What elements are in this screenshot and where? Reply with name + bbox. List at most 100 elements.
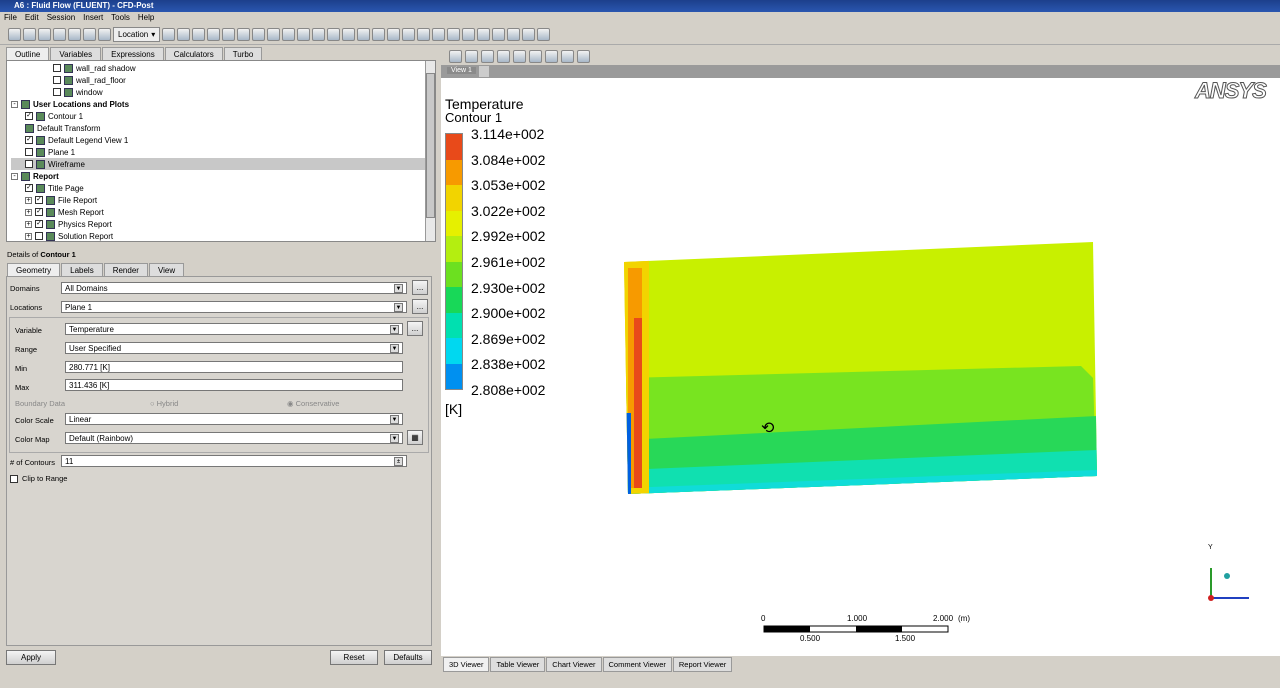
zoom-icon[interactable] <box>497 49 510 63</box>
particle-track-icon[interactable] <box>207 28 221 41</box>
quick-edit-icon[interactable] <box>447 28 461 41</box>
tab-variables[interactable]: Variables <box>50 47 102 61</box>
apply-button[interactable]: Apply <box>6 650 56 665</box>
tree-item[interactable]: - User Locations and Plots <box>11 98 425 110</box>
streamline-icon[interactable] <box>192 28 206 41</box>
variable-more-button[interactable]: ... <box>407 321 423 336</box>
refresh-icon[interactable] <box>53 28 66 41</box>
volume-rendering-icon[interactable] <box>222 28 236 41</box>
tab-report-viewer[interactable]: Report Viewer <box>672 657 733 672</box>
defaults-button[interactable]: Defaults <box>384 650 432 665</box>
tree-item[interactable]: + ✓ Physics Report <box>11 218 425 230</box>
tab-render[interactable]: Render <box>103 263 148 277</box>
rotate-icon[interactable] <box>465 49 478 63</box>
table-icon[interactable] <box>357 28 371 41</box>
command-editor-icon[interactable] <box>537 28 551 41</box>
save-picture-icon[interactable] <box>68 28 81 41</box>
fit-view-icon[interactable] <box>545 49 558 63</box>
scrollbar-thumb[interactable] <box>426 73 435 218</box>
expand-icon[interactable]: + <box>25 196 32 204</box>
viewport-layout-icon[interactable] <box>561 49 574 63</box>
redo-icon[interactable] <box>98 28 111 41</box>
open-icon[interactable] <box>23 28 36 41</box>
tree-item[interactable]: wall_rad shadow <box>11 62 425 74</box>
vector-icon[interactable] <box>162 28 176 41</box>
tab-comment-viewer[interactable]: Comment Viewer <box>602 657 672 672</box>
color-scale-select[interactable]: Linear ▼ <box>65 413 403 425</box>
expand-icon[interactable]: + <box>25 208 32 216</box>
max-input[interactable]: 311.436 [K] <box>65 379 403 391</box>
tab-expressions[interactable]: Expressions <box>102 47 164 61</box>
tab-view[interactable]: View <box>148 263 185 277</box>
load-icon[interactable] <box>38 28 51 41</box>
hybrid-radio[interactable]: ○ Hybrid <box>150 399 178 408</box>
point-icon[interactable] <box>252 28 266 41</box>
min-input[interactable]: 280.771 [K] <box>65 361 403 373</box>
tab-calculators[interactable]: Calculators <box>164 47 223 61</box>
function-calc-icon[interactable] <box>477 28 491 41</box>
expression-icon[interactable] <box>342 28 356 41</box>
reset-button[interactable]: Reset <box>330 650 378 665</box>
color-map-icon[interactable] <box>312 28 326 41</box>
tree-item[interactable]: window <box>11 86 425 98</box>
checkbox-icon[interactable] <box>53 88 61 96</box>
range-select[interactable]: User Specified ▼ <box>65 342 403 354</box>
checkbox-icon[interactable]: ✓ <box>35 196 43 204</box>
tree-item[interactable]: Default Transform <box>11 122 425 134</box>
tree-item[interactable]: - Report <box>11 170 425 182</box>
checkbox-icon[interactable] <box>25 160 33 168</box>
contours-stepper[interactable]: 11 ± <box>61 455 407 467</box>
tree-item[interactable]: Plane 1 <box>11 146 425 158</box>
zoom-box-icon[interactable] <box>513 49 526 63</box>
collapse-icon[interactable]: - <box>11 100 18 108</box>
checkbox-icon[interactable]: ✓ <box>35 208 43 216</box>
select-icon[interactable] <box>449 49 462 63</box>
new-icon[interactable] <box>8 28 21 41</box>
tab-table-viewer[interactable]: Table Viewer <box>490 657 546 672</box>
legend-icon[interactable] <box>267 28 281 41</box>
expand-icon[interactable]: + <box>25 220 32 228</box>
checkbox-icon[interactable] <box>25 148 33 156</box>
domains-more-button[interactable]: ... <box>412 280 428 295</box>
tab-3d-viewer[interactable]: 3D Viewer <box>443 657 490 672</box>
menu-edit[interactable]: Edit <box>25 13 39 23</box>
tree-item[interactable]: ✓ Default Legend View 1 <box>11 134 425 146</box>
timestep-icon[interactable] <box>417 28 431 41</box>
checkbox-icon[interactable]: ✓ <box>25 112 33 120</box>
location-dropdown[interactable]: Location ▾ <box>113 27 161 42</box>
menu-file[interactable]: File <box>4 13 17 23</box>
3d-viewer[interactable]: ANSYS Temperature Contour 1 3.114e+002 3.… <box>441 78 1280 656</box>
tab-labels[interactable]: Labels <box>61 263 103 277</box>
tab-view-1[interactable]: View 1 <box>447 67 476 74</box>
color-map-editor-button[interactable]: ▦ <box>407 430 423 445</box>
clip-to-range-checkbox[interactable]: Clip to Range <box>10 474 67 483</box>
animation-icon[interactable] <box>432 28 446 41</box>
chart-icon[interactable] <box>372 28 386 41</box>
locations-select[interactable]: Plane 1 ▼ <box>61 301 407 313</box>
pan-icon[interactable] <box>481 49 494 63</box>
probe-icon[interactable] <box>462 28 476 41</box>
macro-calc-icon[interactable] <box>492 28 506 41</box>
tab-geometry[interactable]: Geometry <box>7 263 61 277</box>
tree-item[interactable]: + ✓ File Report <box>11 194 425 206</box>
comment-icon[interactable] <box>387 28 401 41</box>
tab-turbo[interactable]: Turbo <box>223 47 263 61</box>
menu-session[interactable]: Session <box>47 13 75 23</box>
tree-item[interactable]: + Solution Report <box>11 230 425 241</box>
view-tab-handle[interactable] <box>479 66 489 77</box>
variable-icon[interactable] <box>327 28 341 41</box>
conservative-radio[interactable]: ◉ Conservative <box>287 399 339 408</box>
checkbox-icon[interactable] <box>53 76 61 84</box>
menu-tools[interactable]: Tools <box>111 13 130 23</box>
domains-select[interactable]: All Domains ▼ <box>61 282 407 294</box>
menu-insert[interactable]: Insert <box>83 13 103 23</box>
tab-chart-viewer[interactable]: Chart Viewer <box>546 657 602 672</box>
tree-scrollbar[interactable] <box>425 61 435 241</box>
help-icon[interactable] <box>577 49 590 63</box>
menu-help[interactable]: Help <box>138 13 154 23</box>
clip-plane-icon[interactable] <box>297 28 311 41</box>
tree-item[interactable]: Wireframe <box>11 158 425 170</box>
zoom-fit-icon[interactable] <box>529 49 542 63</box>
tree-item[interactable]: ✓ Title Page <box>11 182 425 194</box>
expand-icon[interactable]: + <box>25 232 32 240</box>
